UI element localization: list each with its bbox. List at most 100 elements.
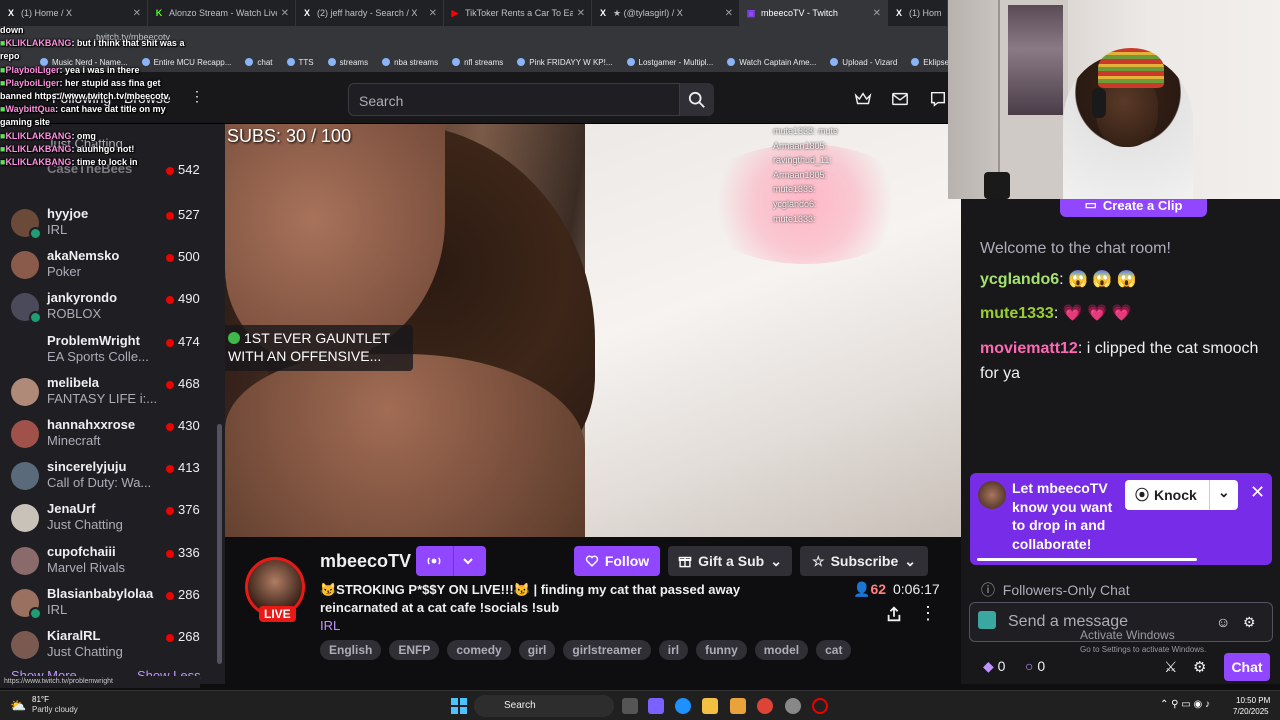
- knock-button[interactable]: ⦿ Knock ⌄: [1125, 480, 1238, 510]
- video-player[interactable]: SUBS: 30 / 100 1ST EVER GAUNTLET WITH AN…: [225, 124, 961, 537]
- stream-chat-line: Armaan1805:: [773, 140, 828, 151]
- close-icon[interactable]: ✕: [725, 8, 733, 19]
- chevron-down-icon[interactable]: ⌄: [1218, 484, 1230, 501]
- gear-icon[interactable]: ⚙: [1193, 658, 1206, 676]
- channel-points[interactable]: ○ 0: [1025, 658, 1045, 674]
- browser-tab[interactable]: K Alonzo Stream - Watch Live on ✕: [148, 0, 296, 26]
- stream-tag[interactable]: girlstreamer: [563, 640, 651, 660]
- crown-icon[interactable]: [854, 90, 872, 108]
- close-icon[interactable]: ✕: [1250, 482, 1265, 503]
- share-icon[interactable]: [885, 605, 903, 623]
- close-icon[interactable]: ✕: [133, 8, 141, 19]
- bookmark-item[interactable]: nba streams: [382, 58, 438, 67]
- gift-sub-button[interactable]: Gift a Sub ⌄: [668, 546, 792, 576]
- channel-game: Minecraft: [47, 433, 101, 448]
- search-input[interactable]: Search: [348, 83, 680, 116]
- browser-tab[interactable]: ▣ mbeecoTV - Twitch ✕: [740, 0, 888, 26]
- stream-tag[interactable]: ENFP: [389, 640, 440, 660]
- sidebar-channel[interactable]: JenaUrf Just Chatting 376: [0, 498, 220, 540]
- broadcast-icon: [29, 227, 42, 240]
- viewer-count: 500: [178, 249, 200, 265]
- team-button[interactable]: [416, 546, 486, 576]
- close-icon[interactable]: ✕: [873, 8, 881, 19]
- bookmark-item[interactable]: nfl streams: [452, 58, 503, 67]
- weather-icon[interactable]: ⛅: [10, 698, 26, 714]
- overlay-text: : omg: [71, 130, 96, 141]
- follow-button[interactable]: Follow: [574, 546, 660, 576]
- taskbar-search[interactable]: Search: [474, 695, 614, 717]
- close-icon[interactable]: ✕: [429, 8, 437, 19]
- subscribe-button[interactable]: ☆ Subscribe ⌄: [800, 546, 928, 576]
- browser-tab[interactable]: ▶ TikToker Rents a Car To Eat | Tr ✕: [444, 0, 592, 26]
- copilot-icon[interactable]: [648, 698, 664, 714]
- stream-chat-user: mute1333: [773, 213, 814, 224]
- bookmark-item[interactable]: Lostgamer - Multipl...: [626, 58, 713, 67]
- sidebar-channel[interactable]: hyyjoe IRL 527: [0, 203, 220, 245]
- chat-username[interactable]: mute1333: [980, 305, 1054, 322]
- overlay-username: WaybittQua: [5, 104, 56, 115]
- stream-tag[interactable]: girl: [518, 640, 556, 660]
- start-icon[interactable]: [451, 698, 467, 714]
- whispers-icon[interactable]: [929, 90, 947, 108]
- sidebar-scrollbar[interactable]: [217, 424, 222, 664]
- chat-send-button[interactable]: Chat: [1224, 653, 1270, 681]
- close-icon[interactable]: ✕: [281, 8, 289, 19]
- inbox-icon[interactable]: [891, 90, 909, 108]
- extension-icon[interactable]: ⚙: [1243, 614, 1256, 631]
- bookmark-item[interactable]: Upload - Vizard: [830, 58, 897, 67]
- sidebar-channel[interactable]: cupofchaiii Marvel Rivals 336: [0, 541, 220, 583]
- sidebar-channel[interactable]: hannahxxrose Minecraft 430: [0, 414, 220, 456]
- search-button[interactable]: [680, 83, 714, 116]
- store-icon[interactable]: [730, 698, 746, 714]
- chrome-icon[interactable]: [757, 698, 773, 714]
- stream-chat-text: mute: [818, 126, 839, 136]
- bookmark-item[interactable]: chat: [245, 58, 273, 67]
- system-tray-icons[interactable]: ⌃ ⚲ ▭ ◉ ♪: [1160, 699, 1210, 710]
- stream-tag[interactable]: English: [320, 640, 382, 660]
- chat-username[interactable]: moviematt12: [980, 340, 1078, 357]
- bookmark-item[interactable]: Eklipse studio: [911, 58, 948, 67]
- more-options-icon[interactable]: ⋮: [919, 603, 937, 624]
- browser-tab[interactable]: X (2) jeff hardy - Search / X ✕: [296, 0, 444, 26]
- sidebar-channel[interactable]: ProblemWright EA Sports Colle... 474: [0, 330, 220, 372]
- gauntlet-line2: WITH AN OFFENSIVE...: [228, 348, 382, 364]
- streamer-name[interactable]: mbeecoTV: [320, 551, 411, 572]
- bookmark-item[interactable]: streams: [327, 58, 368, 67]
- bits-balance[interactable]: ◆ 0: [983, 658, 1005, 675]
- sidebar-channel[interactable]: jankyrondo ROBLOX 490: [0, 287, 220, 329]
- chat-username[interactable]: ycglando6: [980, 271, 1059, 288]
- app-icon[interactable]: [785, 698, 801, 714]
- emote-badge-icon[interactable]: [978, 611, 996, 629]
- channel-avatar: [11, 504, 39, 533]
- stream-category[interactable]: IRL: [320, 618, 340, 633]
- sidebar-channel[interactable]: Blasianbabylolaa IRL 286: [0, 583, 220, 625]
- sidebar-channel[interactable]: sincerelyjuju Call of Duty: Wa... 413: [0, 456, 220, 498]
- stream-tag[interactable]: model: [754, 640, 809, 660]
- channel-game: ROBLOX: [47, 306, 102, 322]
- sidebar-channel[interactable]: KiaralRL Just Chatting 268: [0, 625, 220, 667]
- browser-tab[interactable]: X ★ (@tylasgirl) / X ✕: [592, 0, 740, 26]
- stream-tag[interactable]: irl: [658, 640, 689, 660]
- browser-tab[interactable]: X (1) Home / X ✕: [0, 0, 148, 26]
- stream-tag[interactable]: funny: [696, 640, 747, 660]
- search-icon: [688, 91, 705, 108]
- bookmark-item[interactable]: Pink FRIDAYY W KP!...: [517, 58, 613, 67]
- emote-picker-icon[interactable]: ☺: [1216, 614, 1230, 630]
- bookmark-item[interactable]: Watch Captain Ame...: [727, 58, 816, 67]
- stream-tag[interactable]: comedy: [447, 640, 511, 660]
- close-icon[interactable]: ✕: [577, 8, 585, 19]
- tab-title: (1) Home / X: [21, 8, 73, 18]
- stream-tag[interactable]: cat: [816, 640, 852, 660]
- channel-name: ProblemWright: [47, 332, 140, 348]
- edge-icon[interactable]: [675, 698, 691, 714]
- channel-game: FANTASY LIFE i:...: [47, 390, 158, 406]
- opera-icon[interactable]: [812, 698, 828, 714]
- channel-game: Poker: [47, 264, 81, 280]
- mod-view-icon[interactable]: ⚔: [1164, 658, 1177, 676]
- file-explorer-icon[interactable]: [702, 698, 718, 714]
- bookmark-item[interactable]: TTS: [286, 58, 314, 67]
- sidebar-channel[interactable]: akaNemsko Poker 500: [0, 245, 220, 287]
- task-view-icon[interactable]: [622, 698, 638, 714]
- browser-tab[interactable]: X (1) Hom: [888, 0, 948, 26]
- sidebar-channel[interactable]: melibela FANTASY LIFE i:... 468: [0, 372, 220, 414]
